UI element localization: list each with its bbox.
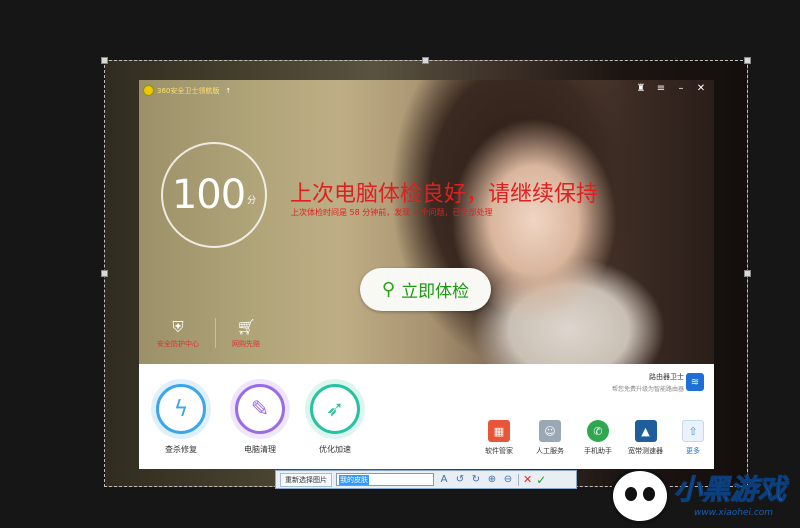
rocket-icon: ➶ (310, 384, 360, 434)
quick-link-shopping[interactable]: 🛒︎ 网购先赔 (232, 318, 260, 349)
tool-label: 电脑清理 (244, 445, 276, 454)
zoom-out-icon[interactable]: ⊖ (502, 474, 514, 485)
wifi-icon[interactable]: ≋ (686, 373, 704, 391)
toolbar-divider (518, 473, 519, 486)
mini-tool-label: 人工服务 (536, 447, 564, 455)
score-unit: 分 (247, 196, 257, 206)
tools-panel: ϟ 查杀修复 ✎ 电脑清理 ➶ 优化加速 路由器卫士 帮您免费升级为智能路由器 … (139, 364, 714, 469)
mini-tool-label: 宽带测速器 (628, 447, 663, 455)
tool-label: 优化加速 (319, 445, 351, 454)
tool-cleanup[interactable]: ✎ 电脑清理 (235, 384, 285, 455)
router-subtitle: 帮您免费升级为智能路由器 (611, 386, 684, 393)
app-logo-icon (143, 85, 154, 96)
mini-tool-label: 更多 (686, 447, 700, 455)
app-window: 360安全卫士领航版 ↑ ♜ ≡ – ✕ 100 分 上次电脑体检良好，请继续保… (139, 80, 714, 469)
skin-preview: 360安全卫士领航版 ↑ ♜ ≡ – ✕ 100 分 上次电脑体检良好，请继续保… (139, 80, 714, 364)
person-icon: ☺ (539, 420, 561, 442)
reselect-image-button[interactable]: 重新选择图片 (280, 472, 332, 487)
scan-now-button[interactable]: ⚲ 立即体检 (360, 268, 491, 311)
grid-icon: ▦ (488, 420, 510, 442)
shirt-icon[interactable]: ♜ (636, 83, 646, 94)
scan-now-label: 立即体检 (401, 282, 470, 302)
menu-icon[interactable]: ≡ (656, 83, 666, 94)
search-icon: ⚲ (381, 279, 396, 300)
quick-link-label: 安全防护中心 (157, 340, 199, 348)
score-ring: 100 分 (161, 142, 267, 248)
crop-handle-mr[interactable] (744, 270, 751, 277)
app-title: 360安全卫士领航版 (157, 86, 220, 95)
minimize-icon[interactable]: – (676, 83, 686, 94)
mini-tool-label: 手机助手 (584, 447, 612, 455)
mini-tool-service[interactable]: ☺ 人工服务 (536, 420, 564, 456)
crop-handle-tl[interactable] (101, 57, 108, 64)
zoom-in-icon[interactable]: ⊕ (486, 474, 498, 485)
watermark-url: www.xiaohei.com (694, 508, 774, 518)
lightning-icon: ϟ (156, 384, 206, 434)
quick-link-security[interactable]: ⛨ 安全防护中心 (157, 318, 199, 349)
rotate-left-icon[interactable]: ↺ (454, 474, 466, 485)
crop-handle-tr[interactable] (744, 57, 751, 64)
crop-handle-ml[interactable] (101, 270, 108, 277)
tool-label: 查杀修复 (165, 445, 197, 454)
close-icon[interactable]: ✕ (696, 83, 706, 94)
watermark-title: 小黑游戏 (673, 473, 787, 507)
app-brand: 360安全卫士领航版 ↑ (143, 85, 231, 96)
status-subline: 上次体检时间是 58 分钟前，发现 7 个问题，已全部处理 (291, 208, 493, 217)
arrow-up-icon: ⇧ (682, 420, 704, 442)
site-watermark: 小黑游戏 www.xiaohei.com (610, 466, 800, 528)
tool-speedup[interactable]: ➶ 优化加速 (310, 384, 360, 455)
mini-tool-software[interactable]: ▦ 软件管家 (485, 420, 513, 456)
mini-tool-label: 软件管家 (485, 447, 513, 455)
skin-name-value: 我的皮肤 (339, 474, 369, 485)
cancel-icon[interactable]: ✕ (523, 473, 532, 486)
mini-tool-speedtest[interactable]: ▲ 宽带测速器 (628, 420, 663, 456)
phone-icon: ✆ (587, 420, 609, 442)
cart-icon: 🛒︎ (236, 318, 256, 336)
panda-logo-icon (610, 468, 670, 524)
tool-virus-scan[interactable]: ϟ 查杀修复 (156, 384, 206, 455)
crop-handle-tm[interactable] (422, 57, 429, 64)
rotate-right-icon[interactable]: ↻ (470, 474, 482, 485)
broom-icon: ✎ (235, 384, 285, 434)
divider (215, 318, 216, 348)
mini-tool-more[interactable]: ⇧ 更多 (682, 420, 704, 456)
confirm-icon[interactable]: ✓ (536, 473, 546, 487)
router-title: 路由器卫士 (649, 373, 684, 381)
quick-link-label: 网购先赔 (232, 340, 260, 348)
skin-editor-toolbar: 重新选择图片 我的皮肤 A ↺ ↻ ⊕ ⊖ ✕ ✓ (275, 470, 577, 489)
road-icon: ▲ (634, 420, 657, 442)
upgrade-arrow-icon[interactable]: ↑ (225, 87, 231, 95)
score-value: 100 (171, 172, 246, 218)
mini-tool-phone[interactable]: ✆ 手机助手 (584, 420, 612, 456)
skin-name-input[interactable]: 我的皮肤 (336, 473, 434, 486)
router-guard[interactable]: 路由器卫士 帮您免费升级为智能路由器 (612, 372, 684, 393)
status-headline: 上次电脑体检良好，请继续保持 (290, 182, 599, 207)
window-controls: ♜ ≡ – ✕ (636, 83, 706, 94)
shield-icon: ⛨ (172, 318, 184, 336)
font-icon[interactable]: A (438, 474, 450, 485)
